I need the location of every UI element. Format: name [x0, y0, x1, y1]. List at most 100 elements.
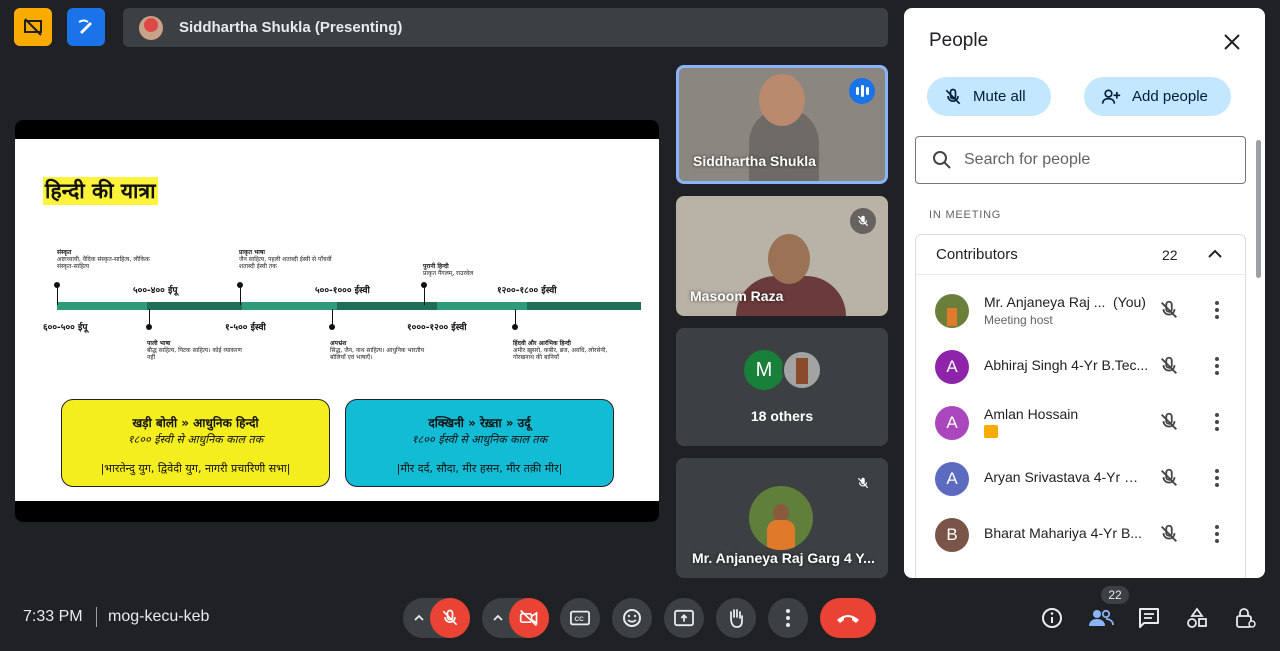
participant-count-badge: 22: [1101, 586, 1129, 604]
captions-button[interactable]: CC: [560, 598, 600, 638]
avatar: [935, 294, 969, 328]
more-options-icon[interactable]: [1206, 355, 1228, 382]
hand-icon: [730, 609, 743, 628]
slide: हिन्दी की यात्रा संस्कृत अष्टाध्यायी, वैद…: [15, 139, 659, 501]
panel-title: People: [929, 30, 989, 51]
mic-off-icon[interactable]: [1158, 355, 1180, 382]
presentation-screen[interactable]: हिन्दी की यात्रा संस्कृत अष्टाध्यायी, वैद…: [15, 120, 659, 522]
presenting-banner: Siddhartha Shukla (Presenting): [123, 8, 888, 47]
raise-hand-button[interactable]: [716, 598, 756, 638]
avatar: A: [935, 406, 969, 440]
timeline-label: पुरानी हिन्दी प्राकृत पैंगलम्, राउरवेल: [423, 263, 474, 277]
chevron-up-icon: [1206, 245, 1224, 267]
mic-off-icon: [850, 470, 876, 496]
timeline-label: संस्कृत अष्टाध्यायी, वैदिक संस्कृत-साहित्…: [57, 249, 150, 270]
timeline-label: हिंदवी और आरंभिक हिन्दी अमीर ख़ुसरो, कबीर…: [513, 340, 608, 361]
participant-name: Mr. Anjaneya Raj Garg 4 Y...: [692, 550, 875, 566]
others-tile[interactable]: M 18 others: [676, 328, 888, 446]
call-end-icon: [837, 615, 859, 623]
search-box[interactable]: [915, 136, 1246, 184]
avatar: B: [935, 518, 969, 552]
more-options-button[interactable]: [768, 598, 808, 638]
add-people-button[interactable]: Add people: [1084, 77, 1231, 116]
avatar: [782, 350, 822, 390]
mute-all-button[interactable]: Mute all: [927, 77, 1051, 116]
chevron-up-icon[interactable]: [405, 598, 433, 638]
mic-off-icon[interactable]: [1158, 299, 1180, 326]
avatar: M: [744, 350, 784, 390]
others-count: 18 others: [750, 408, 814, 424]
present-button[interactable]: [664, 598, 704, 638]
contributors-group: Contributors 22 Mr. Anjaneya Raj ... (Yo…: [915, 234, 1246, 578]
presenter-avatar: [139, 15, 163, 40]
speaking-icon: [849, 78, 875, 104]
contributors-header[interactable]: Contributors 22: [916, 235, 1245, 275]
whiteboard-icon[interactable]: [67, 8, 105, 46]
presentation-off-icon[interactable]: [14, 8, 52, 46]
info-icon[interactable]: [1037, 603, 1067, 633]
mic-off-icon[interactable]: [1158, 523, 1180, 550]
participant-name: Aryan Srivastava 4-Yr B...: [984, 469, 1144, 485]
section-label: IN MEETING: [929, 209, 1002, 221]
participant-name: Amlan Hossain: [984, 406, 1079, 422]
participant-name: Abhiraj Singh 4-Yr B.Tec...: [984, 357, 1149, 373]
mic-off-icon: [850, 208, 876, 234]
emoji-icon: [623, 609, 641, 627]
svg-text:CC: CC: [575, 616, 585, 623]
participant-row[interactable]: Mr. Anjaneya Raj ... (You) Meeting host: [916, 285, 1247, 335]
videocam-off-icon: [519, 609, 538, 627]
person-add-icon: [1101, 89, 1121, 104]
people-icon[interactable]: [1086, 603, 1116, 633]
participant-tile[interactable]: Siddhartha Shukla: [676, 65, 888, 184]
participant-name: Bharat Mahariya 4-Yr B...: [984, 525, 1142, 541]
more-options-icon[interactable]: [1206, 299, 1228, 326]
leave-call-button[interactable]: [820, 598, 876, 638]
more-options-icon[interactable]: [1206, 411, 1228, 438]
reactions-button[interactable]: [612, 598, 652, 638]
chevron-up-icon[interactable]: [484, 598, 512, 638]
panel-scrollbar[interactable]: [1256, 140, 1261, 278]
dakhini-box: दक्खिनी » रेख़्ता » उर्दू १८०० ईस्वी से …: [345, 399, 614, 487]
participant-tile[interactable]: Mr. Anjaneya Raj Garg 4 Y...: [676, 458, 888, 578]
mic-off-button[interactable]: [430, 598, 470, 638]
participant-row[interactable]: A Abhiraj Singh 4-Yr B.Tec...: [916, 341, 1247, 391]
people-panel: People Mute all Add people IN MEETING Co…: [904, 8, 1265, 578]
era-label: १०००-१२०० ईस्वी: [407, 323, 467, 333]
more-options-icon[interactable]: [1206, 523, 1228, 550]
participant-name: Siddhartha Shukla: [693, 153, 816, 169]
timeline-bar: [57, 302, 641, 310]
timeline-label: अपभ्रंश सिद्ध, जैन, नाथ साहित्य। आधुनिक भ…: [330, 340, 425, 361]
presenter-label: Siddhartha Shukla (Presenting): [179, 19, 403, 36]
participant-row[interactable]: A Aryan Srivastava 4-Yr B...: [916, 453, 1247, 503]
era-label: ६००-५०० ईपू: [43, 323, 88, 333]
host-controls-icon[interactable]: [1230, 603, 1260, 633]
timeline-label: प्राकृत भाषा जैन साहित्य, पहली शताब्दी ईस…: [239, 249, 332, 270]
mic-off-icon[interactable]: [1158, 467, 1180, 494]
search-input[interactable]: [964, 151, 1214, 169]
participant-row[interactable]: B Bharat Mahariya 4-Yr B...: [916, 509, 1247, 559]
more-options-icon[interactable]: [1206, 467, 1228, 494]
participant-tile[interactable]: Masoom Raza: [676, 196, 888, 316]
contributors-count: 22: [1162, 246, 1178, 263]
participant-row[interactable]: A Amlan Hossain: [916, 397, 1247, 447]
meeting-code: mog-kecu-keb: [108, 608, 210, 625]
era-label: ५००-१००० ईस्वी: [315, 286, 370, 296]
avatar: A: [935, 462, 969, 496]
mic-off-icon[interactable]: [1158, 411, 1180, 438]
chat-icon[interactable]: [1134, 603, 1164, 633]
era-label: १-५०० ईस्वी: [225, 323, 266, 333]
khadi-boli-box: खड़ी बोली » आधुनिक हिन्दी १८०० ईस्वी से …: [61, 399, 330, 487]
era-label: १२००-१८०० ईस्वी: [497, 286, 557, 296]
you-label: (You): [1113, 294, 1146, 310]
activities-icon[interactable]: [1182, 603, 1212, 633]
mic-off-icon: [945, 88, 961, 104]
host-label: Meeting host: [984, 313, 1053, 327]
slide-title: हिन्दी की यात्रा: [43, 177, 158, 205]
close-icon[interactable]: [1218, 28, 1246, 56]
avatar: A: [935, 350, 969, 384]
avatar: [749, 486, 813, 550]
mic-off-icon: [442, 609, 458, 626]
camera-off-button[interactable]: [509, 598, 549, 638]
clock: 7:33 PM: [23, 608, 83, 625]
search-icon: [933, 151, 951, 169]
